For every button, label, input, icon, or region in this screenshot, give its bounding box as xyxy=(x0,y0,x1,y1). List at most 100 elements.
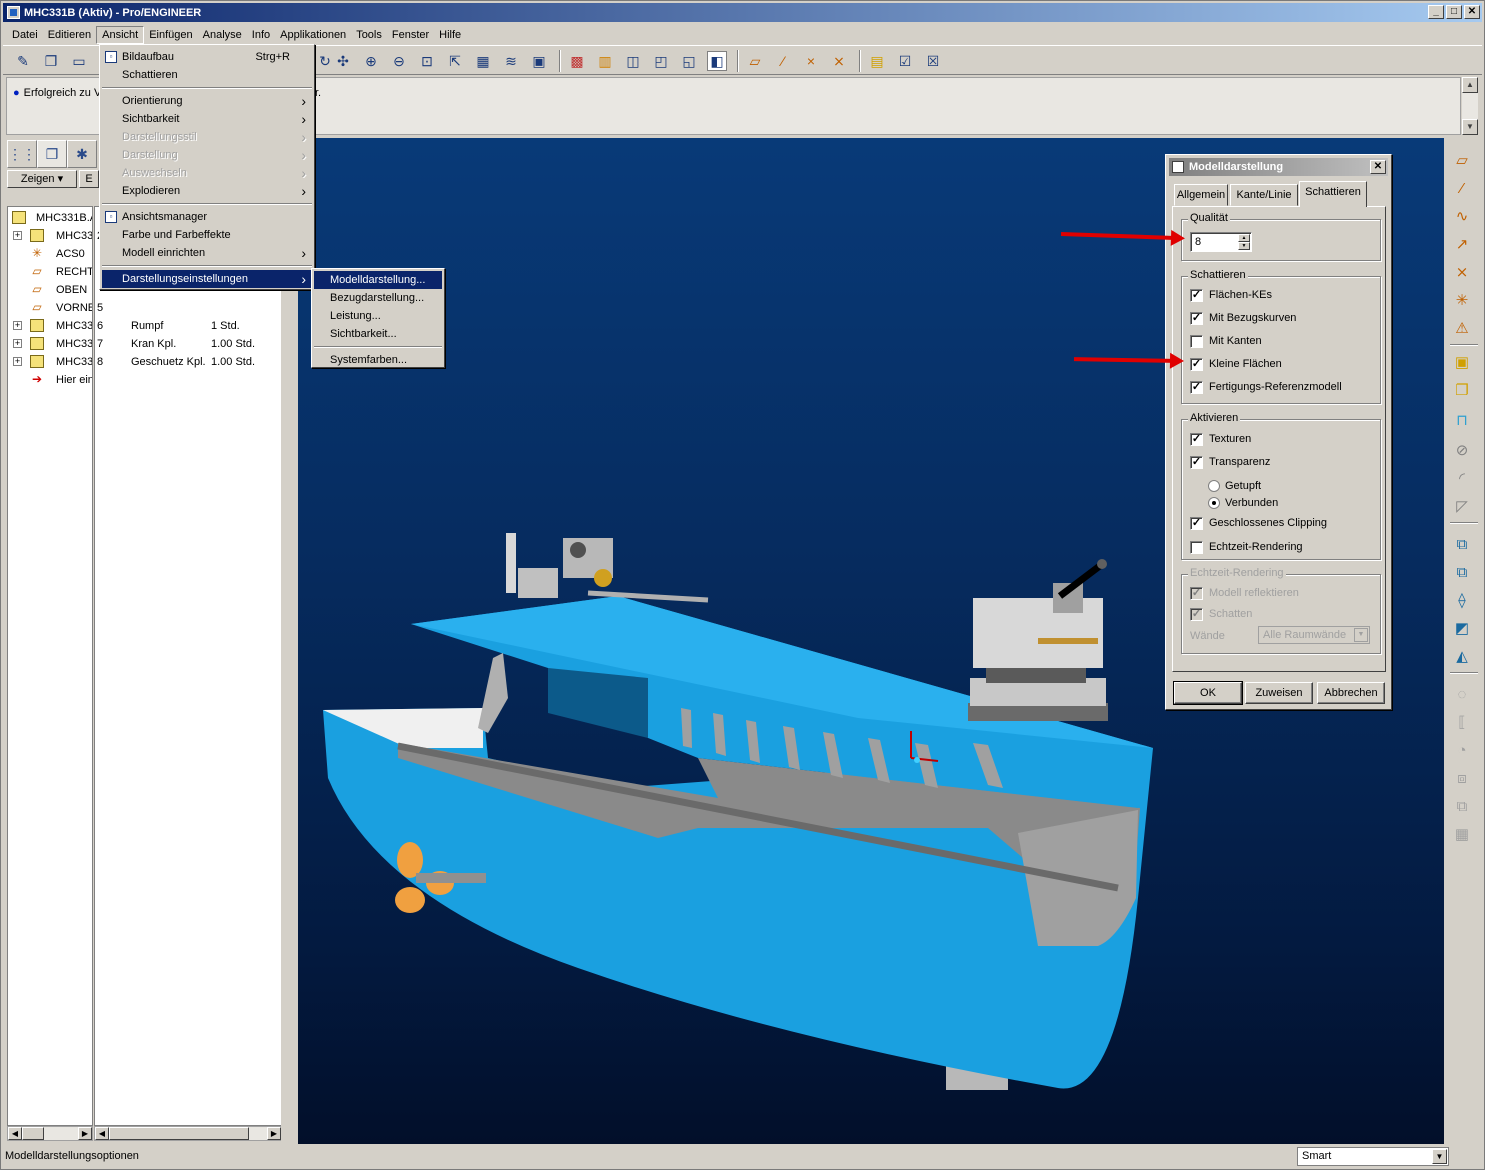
open-file-icon[interactable]: ❐ xyxy=(41,51,61,71)
transparenz-checkbox[interactable]: ✓ xyxy=(1190,455,1203,469)
maximize-button[interactable]: □ xyxy=(1446,5,1462,19)
echtzeit-checkbox[interactable] xyxy=(1190,540,1203,554)
add-component-icon[interactable]: ▣ xyxy=(1450,350,1474,374)
submenu-item-modelldarstellung[interactable]: Modelldarstellung... xyxy=(314,271,442,289)
tree-row[interactable]: ✳ ACS0 xyxy=(8,245,92,263)
menu-hilfe[interactable]: Hilfe xyxy=(434,27,466,43)
dialog-close-icon[interactable]: ✕ xyxy=(1370,160,1386,174)
wireframe-icon[interactable]: ◫ xyxy=(623,51,643,71)
tree-row[interactable]: ▱ OBEN xyxy=(8,281,92,299)
radio-getupft-row[interactable]: Getupft xyxy=(1208,478,1261,494)
menu-datei[interactable]: Datei xyxy=(7,27,43,43)
tree-row[interactable]: ▱ RECHT xyxy=(8,263,92,281)
cancel-button[interactable]: Abbrechen xyxy=(1317,682,1385,704)
title-bar[interactable]: MHC331B (Aktiv) - Pro/ENGINEER _ □ ✕ xyxy=(3,3,1482,22)
tab-schattieren[interactable]: Schattieren xyxy=(1299,181,1367,207)
scroll-up-icon[interactable]: ▲ xyxy=(1462,77,1478,93)
scroll-thumb[interactable] xyxy=(22,1127,44,1140)
expand-icon[interactable]: + xyxy=(13,321,22,330)
shading-option-checkbox[interactable]: ✓ xyxy=(1190,288,1203,302)
tree-row[interactable]: ➔ Hier ein xyxy=(8,371,92,389)
menu-info[interactable]: Info xyxy=(247,27,275,43)
datum-plane-toggle-icon[interactable]: ▱ xyxy=(745,51,765,71)
dialog-title-bar[interactable]: Modelldarstellung ✕ xyxy=(1169,158,1388,176)
csys-icon[interactable]: ✳ xyxy=(1450,288,1474,312)
offset-icon[interactable]: ⟦ xyxy=(1450,710,1474,734)
menu-editieren[interactable]: Editieren xyxy=(43,27,96,43)
submenu-item-bezugdarstellung[interactable]: Bezugdarstellung... xyxy=(314,289,442,307)
zoom-in-icon[interactable]: ⊕ xyxy=(361,51,381,71)
selection-filter[interactable]: Smart ▼ xyxy=(1297,1147,1449,1166)
scroll-right-icon[interactable]: ▶ xyxy=(78,1127,92,1140)
spin-down-icon[interactable]: ▼ xyxy=(1238,242,1250,250)
shading-option-row[interactable]: ✓ Fertigungs-Referenzmodell xyxy=(1190,379,1342,395)
tree-row[interactable]: + MHC33 xyxy=(8,335,92,353)
tree-row[interactable]: + MHC33 xyxy=(8,317,92,335)
quality-spinner[interactable]: 8 ▲ ▼ xyxy=(1190,232,1252,252)
spin-center-icon[interactable]: ✣ xyxy=(333,51,353,71)
scroll-down-icon[interactable]: ▼ xyxy=(1462,119,1478,135)
radio-verbunden-row[interactable]: Verbunden xyxy=(1208,495,1278,511)
copy-icon[interactable]: ⧉ xyxy=(1450,532,1474,556)
menu-item-bildaufbau[interactable]: ▫ Bildaufbau Strg+R xyxy=(102,48,312,66)
new-file-icon[interactable]: ✎ xyxy=(13,51,33,71)
settings-dropdown[interactable]: E xyxy=(79,170,99,188)
submenu-item-systemfarben[interactable]: Systemfarben... xyxy=(314,351,442,369)
cut-icon[interactable]: ⊓ xyxy=(1450,408,1474,432)
message-scrollbar[interactable]: ▲ ▼ xyxy=(1462,77,1478,135)
shading-option-row[interactable]: ✓ Mit Bezugskurven xyxy=(1190,310,1296,326)
menu-item-explodieren[interactable]: Explodieren › xyxy=(102,182,312,200)
view-manager-icon[interactable]: ▣ xyxy=(529,51,549,71)
merge-icon[interactable]: ◩ xyxy=(1450,616,1474,640)
transparenz-checkbox-row[interactable]: ✓ Transparenz xyxy=(1190,454,1270,470)
scroll-left-icon[interactable]: ◀ xyxy=(95,1127,109,1140)
menu-fenster[interactable]: Fenster xyxy=(387,27,434,43)
paste-icon[interactable]: ⧉ xyxy=(1450,560,1474,584)
scroll-thumb[interactable] xyxy=(109,1127,249,1140)
texturen-checkbox-row[interactable]: ✓ Texturen xyxy=(1190,431,1251,447)
saved-views-icon[interactable]: ▦ xyxy=(473,51,493,71)
shading-option-row[interactable]: ✓ Flächen-KEs xyxy=(1190,287,1272,303)
round-icon[interactable]: ◜ xyxy=(1450,466,1474,490)
no-hidden-icon[interactable]: ◱ xyxy=(679,51,699,71)
tab-kante-linie[interactable]: Kante/Linie xyxy=(1230,184,1298,206)
menu-item-ansichtsmanager[interactable]: ▫ Ansichtsmanager xyxy=(102,208,312,226)
intersect-icon[interactable]: ⧉ xyxy=(1450,794,1474,818)
datum-axis-toggle-icon[interactable]: ⁄ xyxy=(773,51,793,71)
clipping-checkbox-row[interactable]: ✓ Geschlossenes Clipping xyxy=(1190,515,1327,531)
chamfer-icon[interactable]: ◸ xyxy=(1450,494,1474,518)
texturen-checkbox[interactable]: ✓ xyxy=(1190,432,1203,446)
menu-item-orientierung[interactable]: Orientierung › xyxy=(102,92,312,110)
thicken-icon[interactable]: ◔ xyxy=(1450,738,1474,762)
mirror-icon[interactable]: ⟠ xyxy=(1450,588,1474,612)
shading-option-checkbox[interactable]: ✓ xyxy=(1190,380,1203,394)
create-component-icon[interactable]: ❐ xyxy=(1450,378,1474,402)
csys-toggle-icon[interactable]: ⨯ xyxy=(829,51,849,71)
shading-option-row[interactable]: ✓ Kleine Flächen xyxy=(1190,356,1282,372)
datum-plane-icon[interactable]: ▱ xyxy=(1450,148,1474,172)
apply-button[interactable]: Zuweisen xyxy=(1245,682,1313,704)
menu-ansicht[interactable]: Ansicht xyxy=(96,25,145,44)
submenu-item-leistung[interactable]: Leistung... xyxy=(314,307,442,325)
expand-icon[interactable]: + xyxy=(13,231,22,240)
color-palette-icon[interactable]: ▩ xyxy=(567,51,587,71)
close-window-icon[interactable]: ☒ xyxy=(923,51,943,71)
columns-hscroll[interactable]: ◀ ▶ xyxy=(94,1126,282,1141)
appearance-icon[interactable]: ▥ xyxy=(595,51,615,71)
check-window-icon[interactable]: ☑ xyxy=(895,51,915,71)
datum-curve-icon[interactable]: ↗ xyxy=(1450,232,1474,256)
shading-icon[interactable]: ◧ xyxy=(707,51,727,71)
datum-point-toggle-icon[interactable]: × xyxy=(801,51,821,71)
close-button[interactable]: ✕ xyxy=(1464,5,1480,19)
echtzeit-checkbox-row[interactable]: Echtzeit-Rendering xyxy=(1190,539,1303,555)
datum-point-icon[interactable]: ⨯ xyxy=(1450,260,1474,284)
menu-item-darstellungseinstellungen[interactable]: Darstellungseinstellungen › xyxy=(102,270,312,288)
menu-analyse[interactable]: Analyse xyxy=(198,27,247,43)
chevron-down-icon[interactable]: ▼ xyxy=(1432,1149,1447,1164)
model-tree-tab-icon[interactable]: ⋮⋮ xyxy=(7,140,37,168)
menu-item-farbe-und-farbeffekte[interactable]: Farbe und Farbeffekte xyxy=(102,226,312,244)
folder-icon[interactable]: ▭ xyxy=(69,51,89,71)
datum-axis-icon[interactable]: ⁄ xyxy=(1450,176,1474,200)
menu-applikationen[interactable]: Applikationen xyxy=(275,27,351,43)
spin-up-icon[interactable]: ▲ xyxy=(1238,234,1250,242)
